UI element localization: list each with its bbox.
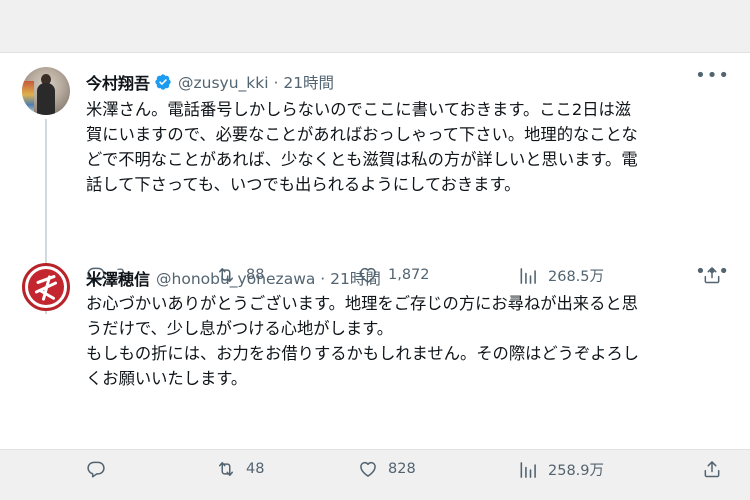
verified-badge-icon <box>155 74 171 90</box>
handle-and-time[interactable]: @zusyu_kki · 21時間 <box>178 71 334 93</box>
reply-icon <box>87 461 105 478</box>
tweet-text-line: お心づかいありがとうございます。地理をご存じの方にお尋ねが出来ると思 <box>86 294 638 313</box>
views-icon <box>520 461 536 478</box>
retweet-count: 48 <box>246 461 265 477</box>
more-icon[interactable]: ••• <box>695 261 730 282</box>
views-count: 258.9万 <box>548 463 605 479</box>
tweet-header: 今村翔吾 @zusyu_kki · 21時間 <box>86 71 730 93</box>
more-icon[interactable]: ••• <box>695 65 730 86</box>
retweet-icon <box>219 462 233 476</box>
display-name[interactable]: 米澤穂信 <box>86 266 150 290</box>
share-button[interactable] <box>702 459 722 479</box>
like-button[interactable]: 828 <box>358 459 416 479</box>
retweet-button[interactable]: 48 <box>216 459 264 479</box>
tweet-header: 米澤穂信 @honobu_yonezawa · 21時間 <box>86 267 730 289</box>
avatar-figure <box>37 83 55 115</box>
views-button[interactable]: 258.9万 <box>518 459 604 480</box>
avatar-seal <box>28 269 64 305</box>
tweet-text-line: くお願いいたします。 <box>86 369 248 388</box>
reply-button[interactable] <box>86 459 106 479</box>
like-icon <box>360 461 376 477</box>
avatar[interactable] <box>22 67 70 115</box>
tweet-thread-card: 今村翔吾 @zusyu_kki · 21時間 ••• 米澤さん。電話番号しかしら… <box>0 52 750 479</box>
tweet-text-line: 米澤さん。電話番号しかしらないのでここに書いておきます。ここ2日は滋 <box>86 100 632 119</box>
tweet-actions: 48 828 258.9万 <box>86 459 731 483</box>
handle-and-time[interactable]: @honobu_yonezawa · 21時間 <box>156 267 381 289</box>
tweet-text-line: 賀にいますので、必要なことがあればおっしゃって下さい。地理的なことな <box>86 125 638 144</box>
tweet-text-line: どで不明なことがあれば、少なくとも滋賀は私の方が詳しいと思います。電 <box>86 150 638 169</box>
tweet-text: お心づかいありがとうございます。地理をご存じの方にお尋ねが出来ると思 うだけで、… <box>86 291 731 391</box>
share-icon <box>704 461 720 478</box>
avatar-background-shelf <box>22 81 34 115</box>
tweet-text: 米澤さん。電話番号しかしらないのでここに書いておきます。ここ2日は滋 賀にいます… <box>86 97 731 197</box>
avatar[interactable] <box>22 263 70 311</box>
like-count: 828 <box>388 461 416 477</box>
tweet-text-line: もしもの折には、お力をお借りするかもしれません。その際はどうぞよろし <box>86 344 640 363</box>
tweet-text-line: うだけで、少し息がつける心地がします。 <box>86 319 394 338</box>
tweet-text-line: 話して下さっても、いつでも出られるようにしておきます。 <box>86 175 521 194</box>
display-name[interactable]: 今村翔吾 <box>86 70 150 94</box>
